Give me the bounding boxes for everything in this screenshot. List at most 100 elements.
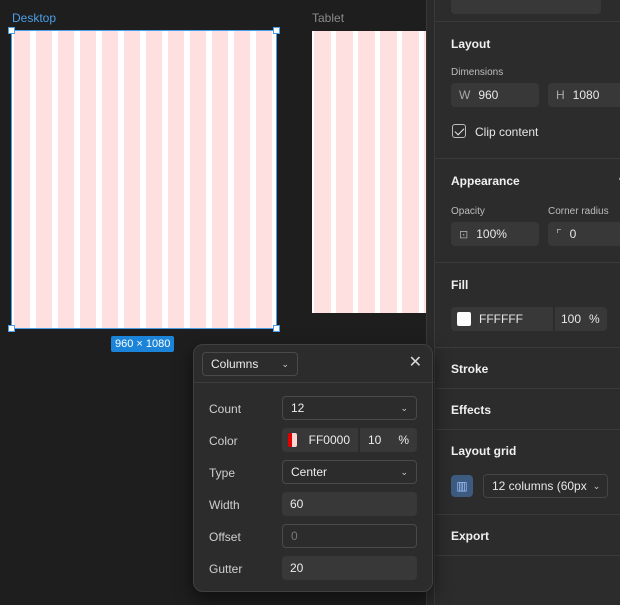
grid-type-select[interactable]: Columns ⌄	[202, 352, 298, 376]
grid-column	[380, 31, 397, 313]
color-label: Color	[209, 434, 238, 448]
opacity-label: Opacity	[451, 206, 485, 217]
resize-handle-bottom-right[interactable]	[273, 325, 280, 332]
layout-title: Layout	[451, 37, 491, 51]
stroke-title: Stroke	[451, 362, 489, 376]
width-field[interactable]: W 960	[451, 83, 539, 107]
layout-grid-select[interactable]: 12 columns (60px ⌄	[483, 474, 608, 498]
grid-column	[13, 31, 30, 328]
offset-field[interactable]: 0	[282, 524, 417, 548]
close-icon[interactable]: ✕	[409, 355, 422, 371]
grid-opacity-field[interactable]: 10 %	[360, 428, 417, 452]
dimensions-label: Dimensions	[451, 67, 504, 78]
frame-label-tablet[interactable]: Tablet	[312, 11, 344, 25]
effects-title: Effects	[451, 403, 492, 417]
count-value: 12	[291, 401, 305, 415]
layout-section: Layout Dimensions W 960 H 1080 Clip cont…	[435, 22, 620, 159]
tablet-frame[interactable]	[312, 31, 426, 313]
grid-column	[35, 31, 52, 328]
fill-color-field[interactable]: FFFFFF	[451, 307, 553, 331]
frame-label-desktop[interactable]: Desktop	[12, 11, 56, 25]
fill-title: Fill	[451, 278, 469, 292]
fill-opacity-field[interactable]: 100 %	[555, 307, 607, 331]
grid-opacity-unit: %	[398, 433, 409, 447]
grid-column	[314, 31, 331, 313]
grid-column	[101, 31, 118, 328]
alignment-type-value: Center	[291, 465, 328, 479]
grid-column	[233, 31, 250, 328]
appearance-title: Appearance	[451, 174, 520, 188]
resize-handle-bottom-left[interactable]	[8, 325, 15, 332]
grid-column	[255, 31, 272, 328]
grid-column	[189, 31, 206, 328]
grid-column	[57, 31, 74, 328]
width-label: Width	[209, 498, 240, 512]
fill-opacity-unit: %	[589, 312, 600, 326]
properties-panel: Layout Dimensions W 960 H 1080 Clip cont…	[434, 0, 620, 605]
corner-radius-value: 0	[569, 227, 577, 241]
grid-column	[336, 31, 353, 313]
fill-section: Fill FFFFFF 100 %	[435, 263, 620, 348]
offset-placeholder: 0	[291, 529, 298, 543]
stroke-section[interactable]: Stroke	[435, 348, 620, 389]
column-width-field[interactable]: 60	[282, 492, 417, 516]
export-section[interactable]: Export	[435, 515, 620, 556]
grid-opacity-value: 10	[368, 433, 382, 447]
corner-radius-icon: ⌜	[556, 227, 562, 241]
clip-content-checkbox[interactable]	[452, 124, 466, 138]
gutter-value: 20	[290, 561, 304, 575]
grid-column	[145, 31, 162, 328]
type-label: Type	[209, 466, 236, 480]
offset-label: Offset	[209, 530, 241, 544]
height-field[interactable]: H 1080	[548, 83, 620, 107]
grid-color-value: FF0000	[308, 433, 350, 447]
grid-column	[211, 31, 228, 328]
gutter-label: Gutter	[209, 562, 243, 576]
layout-grid-title: Layout grid	[451, 444, 517, 458]
width-value: 960	[478, 88, 499, 102]
opacity-field[interactable]: ⊡ 100%	[451, 222, 539, 246]
chevron-down-icon: ⌄	[400, 466, 408, 477]
effects-section[interactable]: Effects	[435, 389, 620, 430]
popup-header: Columns ⌄ ✕	[194, 345, 434, 383]
size-badge: 960 × 1080	[111, 336, 175, 352]
corner-radius-label: Corner radius	[548, 206, 609, 217]
count-label: Count	[209, 402, 242, 416]
chevron-down-icon: ⌄	[400, 402, 408, 413]
grid-column	[358, 31, 375, 313]
column-width-value: 60	[290, 497, 304, 511]
fill-color-value: FFFFFF	[479, 312, 523, 326]
desktop-frame[interactable]	[12, 31, 276, 328]
layout-grid-settings-popup: Columns ⌄ ✕ Count 12 ⌄ Color FF0000 10 %…	[193, 344, 434, 592]
top-cutoff-field[interactable]	[451, 0, 601, 14]
top-controls-section	[435, 0, 620, 22]
chevron-down-icon: ⌄	[281, 358, 289, 369]
opacity-value: 100%	[476, 227, 507, 241]
chevron-down-icon: ⌄	[592, 480, 601, 491]
width-prefix: W	[459, 88, 471, 102]
clip-content-label: Clip content	[475, 125, 539, 139]
column-grid-icon[interactable]: ▥	[451, 475, 473, 497]
alignment-type-select[interactable]: Center ⌄	[282, 460, 417, 484]
opacity-icon: ⊡	[459, 228, 469, 241]
height-prefix: H	[556, 88, 565, 102]
fill-color-swatch[interactable]	[457, 312, 471, 326]
grid-column	[167, 31, 184, 328]
fill-opacity-value: 100	[561, 312, 582, 326]
layout-grid-value: 12 columns (60px	[492, 479, 587, 493]
grid-color-swatch[interactable]	[288, 433, 297, 447]
grid-column	[123, 31, 140, 328]
resize-handle-top-right[interactable]	[273, 27, 280, 34]
appearance-section: Appearance • Opacity Corner radius ⊡ 100…	[435, 159, 620, 263]
grid-color-field[interactable]: FF0000	[282, 428, 358, 452]
layout-grid-section: Layout grid ▥ 12 columns (60px ⌄	[435, 430, 620, 515]
count-select[interactable]: 12 ⌄	[282, 396, 417, 420]
grid-column	[402, 31, 419, 313]
grid-type-value: Columns	[211, 357, 259, 371]
grid-column	[79, 31, 96, 328]
gutter-field[interactable]: 20	[282, 556, 417, 580]
export-title: Export	[451, 529, 490, 543]
resize-handle-top-left[interactable]	[8, 27, 15, 34]
height-value: 1080	[572, 88, 600, 102]
corner-radius-field[interactable]: ⌜ 0	[548, 222, 620, 246]
